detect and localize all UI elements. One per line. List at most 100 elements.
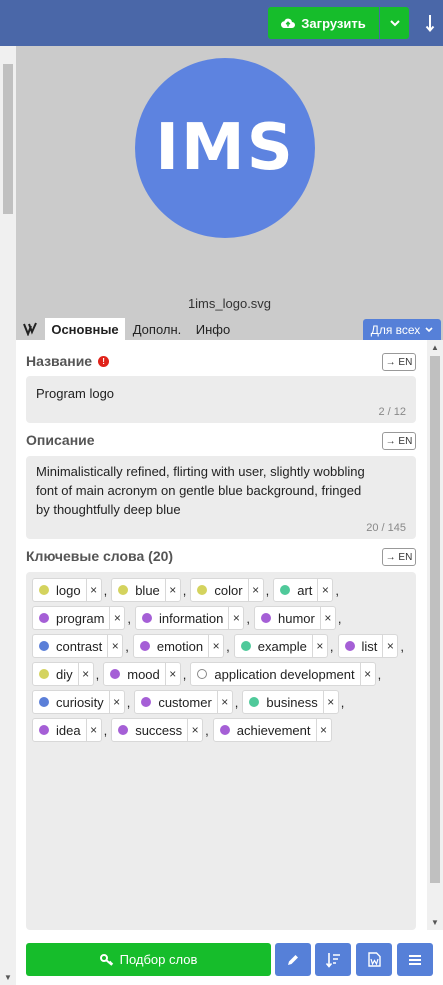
keyword-chip[interactable]: blue × bbox=[111, 578, 181, 602]
keyword-row: logo ×, blue ×, color ×, art ×, bbox=[32, 576, 416, 604]
remove-keyword-icon[interactable]: × bbox=[187, 719, 202, 741]
keyword-chip-label-area[interactable]: mood bbox=[104, 663, 165, 685]
keyword-chip[interactable]: mood × bbox=[103, 662, 181, 686]
keyword-chip[interactable]: program × bbox=[32, 606, 126, 630]
title-field[interactable]: Program logo 2 / 12 bbox=[26, 376, 416, 423]
keyword-separator: , bbox=[337, 610, 342, 626]
keyword-chip[interactable]: application development × bbox=[190, 662, 376, 686]
keyword-category-dot bbox=[118, 585, 129, 595]
remove-keyword-icon[interactable]: × bbox=[164, 579, 180, 601]
remove-keyword-icon[interactable]: × bbox=[359, 663, 375, 685]
remove-keyword-icon[interactable]: × bbox=[109, 607, 124, 629]
keyword-chip-label-area[interactable]: information bbox=[136, 607, 228, 629]
remove-keyword-icon[interactable]: × bbox=[317, 579, 332, 601]
keyword-chip[interactable]: customer × bbox=[134, 690, 233, 714]
keyword-chip[interactable]: business × bbox=[242, 690, 339, 714]
file-name: 1ims_logo.svg bbox=[187, 296, 272, 311]
remove-keyword-icon[interactable]: × bbox=[107, 635, 122, 657]
keyword-chip-label-area[interactable]: example bbox=[235, 635, 312, 657]
remove-keyword-icon[interactable]: × bbox=[164, 663, 180, 685]
keywords-field[interactable]: logo ×, blue ×, color ×, art ×, program ×, informa… bbox=[26, 572, 416, 930]
keyword-chip-label-area[interactable]: list bbox=[339, 635, 383, 657]
pick-words-button[interactable]: Подбор слов bbox=[26, 943, 271, 976]
tab-main[interactable]: Основные bbox=[45, 318, 125, 340]
menu-button[interactable] bbox=[397, 943, 433, 976]
for-all-dropdown[interactable]: Для всех bbox=[363, 319, 441, 340]
description-line: font of main acronym on gentle blue back… bbox=[36, 483, 362, 498]
keyword-text: art bbox=[297, 582, 313, 598]
upload-button[interactable]: Загрузить bbox=[268, 7, 379, 39]
remove-keyword-icon[interactable]: × bbox=[322, 691, 338, 713]
keyword-chip[interactable]: success × bbox=[111, 718, 204, 742]
sort-button[interactable] bbox=[315, 943, 351, 976]
keyword-chip[interactable]: color × bbox=[190, 578, 264, 602]
keyword-chip[interactable]: diy × bbox=[32, 662, 94, 686]
remove-keyword-icon[interactable]: × bbox=[247, 579, 263, 601]
page-scrollbar-thumb[interactable] bbox=[3, 64, 13, 214]
keywords-label: Ключевые слова (20) bbox=[26, 548, 174, 564]
remove-keyword-icon[interactable]: × bbox=[85, 579, 101, 601]
keyword-chip-label-area[interactable]: curiosity bbox=[33, 691, 109, 713]
keyword-chip[interactable]: art × bbox=[273, 578, 334, 602]
keyword-separator: , bbox=[246, 610, 250, 626]
keyword-chip[interactable]: information × bbox=[135, 606, 245, 630]
edit-button[interactable] bbox=[275, 943, 311, 976]
remove-keyword-icon[interactable]: × bbox=[108, 691, 124, 713]
remove-keyword-icon[interactable]: × bbox=[382, 635, 397, 657]
keyword-text: example bbox=[257, 638, 307, 654]
keyword-chip[interactable]: humor × bbox=[253, 606, 336, 630]
keyword-chip-label-area[interactable]: color bbox=[191, 579, 247, 601]
keyword-chip[interactable]: achievement × bbox=[212, 718, 332, 742]
keyword-chip-label-area[interactable]: emotion bbox=[134, 635, 208, 657]
keyword-chip-label-area[interactable]: contrast bbox=[33, 635, 107, 657]
remove-keyword-icon[interactable]: × bbox=[77, 663, 93, 685]
keyword-row: diy ×, mood ×, application development ×, bbox=[32, 660, 416, 688]
remove-keyword-icon[interactable]: × bbox=[85, 719, 101, 741]
keyword-chip[interactable]: example × bbox=[233, 634, 328, 658]
keyword-chip[interactable]: curiosity × bbox=[32, 690, 125, 714]
keyword-chip-label-area[interactable]: success bbox=[112, 719, 187, 741]
keyword-chip-label-area[interactable]: program bbox=[33, 607, 109, 629]
keyword-chip[interactable]: list × bbox=[337, 634, 399, 658]
remove-keyword-icon[interactable]: × bbox=[228, 607, 243, 629]
keyword-chip[interactable]: logo × bbox=[32, 578, 102, 602]
download-arrow-button[interactable] bbox=[421, 12, 439, 34]
page-scrollbar[interactable]: ▼ bbox=[0, 46, 16, 985]
remove-keyword-icon[interactable]: × bbox=[315, 719, 331, 741]
keyword-chip-label-area[interactable]: diy bbox=[33, 663, 78, 685]
keyword-category-dot bbox=[219, 725, 230, 735]
upload-dropdown-button[interactable] bbox=[380, 7, 409, 39]
keyword-chip-label-area[interactable]: achievement bbox=[214, 719, 316, 741]
keyword-separator: , bbox=[205, 722, 209, 738]
title-translate-button[interactable]: → EN bbox=[382, 353, 416, 371]
form-scrollbar-thumb[interactable] bbox=[430, 356, 440, 883]
keyword-chip[interactable]: idea × bbox=[32, 718, 102, 742]
form-scrollbar[interactable]: ▲ ▼ bbox=[427, 340, 443, 930]
remove-keyword-icon[interactable]: × bbox=[216, 691, 232, 713]
keyword-chip-label-area[interactable]: idea bbox=[33, 719, 86, 741]
keyword-chip-label-area[interactable]: customer bbox=[135, 691, 216, 713]
keyword-chip-label-area[interactable]: blue bbox=[112, 579, 165, 601]
scroll-down-icon[interactable]: ▼ bbox=[4, 973, 12, 982]
remove-keyword-icon[interactable]: × bbox=[319, 607, 335, 629]
keyword-category-dot bbox=[142, 613, 153, 623]
keyword-chip-label-area[interactable]: art bbox=[274, 579, 317, 601]
tab-info[interactable]: Инфо bbox=[190, 318, 236, 340]
keyword-chip-label-area[interactable]: humor bbox=[255, 607, 320, 629]
keyword-chip-label-area[interactable]: business bbox=[243, 691, 322, 713]
keyword-chip-label-area[interactable]: logo bbox=[33, 579, 86, 601]
keywords-translate-button[interactable]: → EN bbox=[382, 548, 416, 566]
scroll-up-icon[interactable]: ▲ bbox=[431, 343, 439, 352]
remove-keyword-icon[interactable]: × bbox=[208, 635, 223, 657]
keyword-separator: , bbox=[95, 666, 100, 682]
word-document-button[interactable] bbox=[356, 943, 392, 976]
description-field[interactable]: Minimalistically refined, flirting with … bbox=[26, 456, 416, 539]
description-translate-button[interactable]: → EN bbox=[382, 432, 416, 450]
tab-additional[interactable]: Дополн. bbox=[127, 318, 187, 340]
app-logo-icon[interactable] bbox=[21, 320, 39, 338]
keyword-chip[interactable]: contrast × bbox=[32, 634, 124, 658]
scroll-down-icon[interactable]: ▼ bbox=[431, 918, 439, 927]
keyword-chip-label-area[interactable]: application development bbox=[191, 663, 359, 685]
keyword-chip[interactable]: emotion × bbox=[132, 634, 225, 658]
remove-keyword-icon[interactable]: × bbox=[311, 635, 327, 657]
